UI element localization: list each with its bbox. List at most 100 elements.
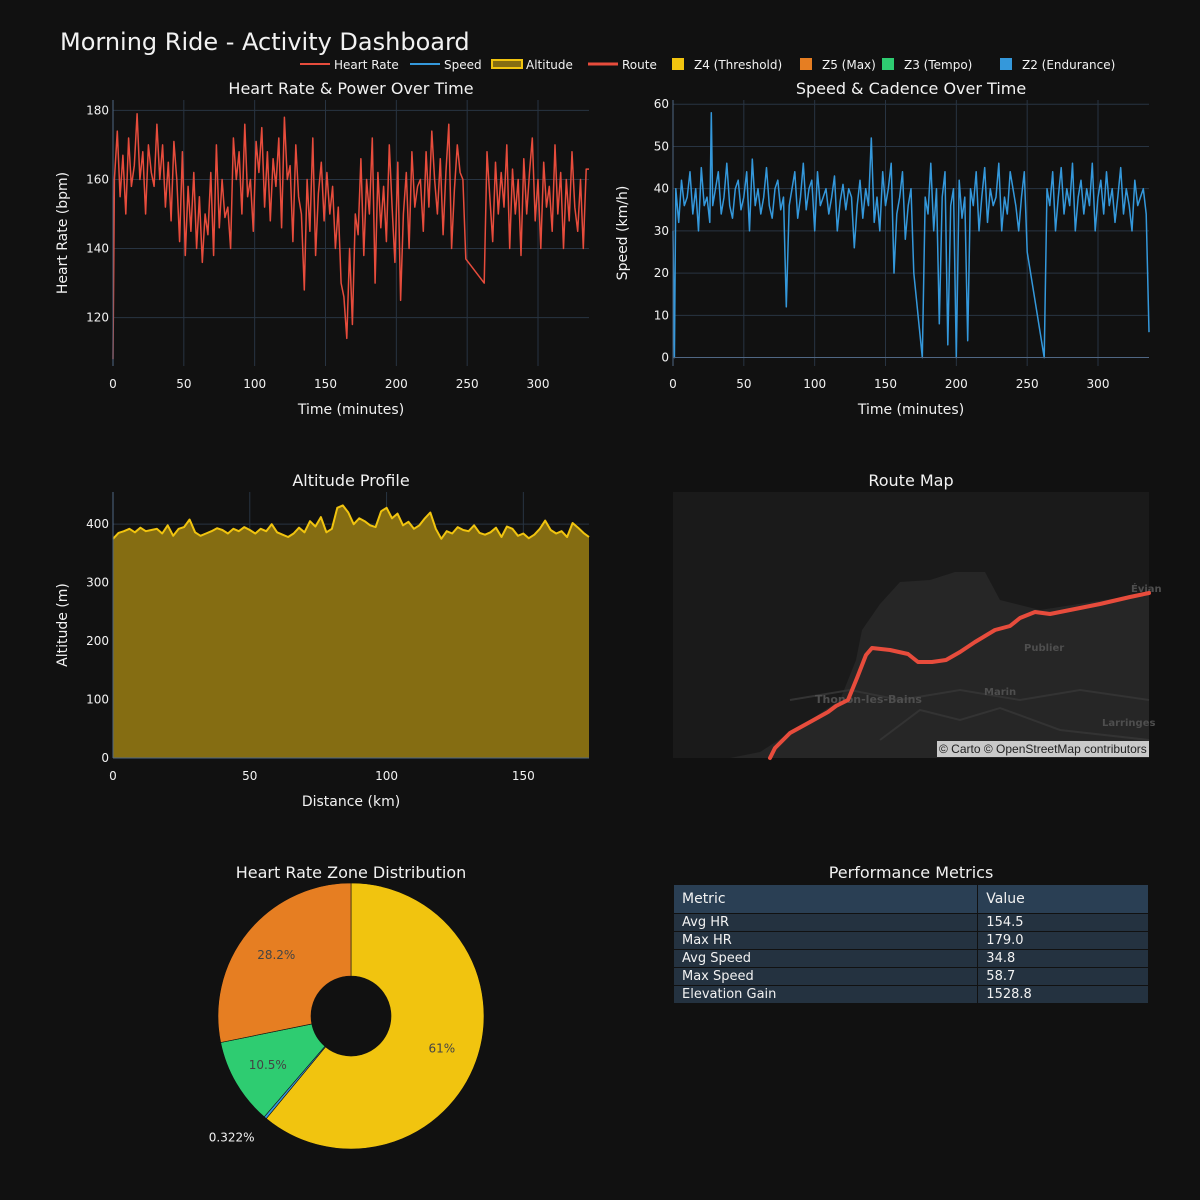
legend-label: Z5 (Max): [822, 58, 876, 72]
table-cell: 1528.8: [977, 985, 1149, 1004]
x-tick-label: 0: [669, 377, 677, 391]
x-tick-label: 200: [945, 377, 968, 391]
y-tick-label: 40: [654, 182, 669, 196]
x-tick-label: 250: [1016, 377, 1039, 391]
legend[interactable]: Heart Rate Speed Altitude Route Z4 (Threshol…: [300, 58, 1115, 72]
chart-title: Heart Rate Zone Distribution: [236, 863, 467, 882]
legend-label: Altitude: [526, 58, 573, 72]
map-label-larringes: Larringes: [1102, 718, 1155, 729]
pie-label: 61%: [428, 1042, 455, 1056]
altitude-panel: Altitude Profile 0 50 100 150 0 100 200 300 400 Di…: [55, 471, 590, 810]
x-tick-label: 300: [527, 377, 550, 391]
table-header-metric: Metric: [672, 884, 979, 914]
x-tick-label: 150: [314, 377, 337, 391]
pie-label: 28.2%: [257, 948, 295, 962]
performance-metrics-table: Metric Value Avg HR 154.5 Max HR 179.0 Avg…: [672, 884, 1149, 1004]
table-cell: 179.0: [977, 931, 1149, 950]
table-title: Performance Metrics: [829, 863, 994, 882]
legend-swatch: [491, 59, 523, 69]
chart-title: Speed & Cadence Over Time: [796, 79, 1026, 98]
y-tick-label: 400: [86, 517, 109, 531]
x-axis-label: Time (minutes): [857, 402, 964, 418]
table-row: Max Speed 58.7: [672, 967, 1149, 986]
y-tick-label: 60: [654, 97, 669, 111]
y-tick-label: 160: [86, 172, 109, 186]
legend-item[interactable]: Heart Rate: [300, 58, 399, 72]
speed-line: [672, 111, 1150, 359]
legend-item[interactable]: Z2 (Endurance): [1000, 58, 1115, 72]
table-header-row: Metric Value: [672, 884, 1149, 914]
x-tick-label: 200: [385, 377, 408, 391]
legend-item[interactable]: Altitude: [491, 58, 573, 72]
table-cell: Avg Speed: [672, 949, 979, 968]
y-axis-label: Heart Rate (bpm): [55, 172, 71, 294]
legend-label: Speed: [444, 58, 482, 72]
route-map-panel[interactable]: Route Map Thonon-les-Bains Publier Marin…: [673, 471, 1162, 760]
y-tick-label: 30: [654, 224, 669, 238]
y-tick-label: 300: [86, 576, 109, 590]
table-header-value: Value: [977, 884, 1149, 914]
table-cell: Max HR: [672, 931, 979, 950]
legend-swatch: [1000, 58, 1012, 70]
legend-label: Z3 (Tempo): [904, 58, 972, 72]
x-tick-label: 150: [874, 377, 897, 391]
x-axis-label: Time (minutes): [297, 402, 404, 418]
x-tick-label: 50: [736, 377, 751, 391]
table-cell: 154.5: [977, 913, 1149, 932]
x-tick-label: 100: [375, 769, 398, 783]
speed-panel: Speed & Cadence Over Time 0 50 100 150 200 250…: [615, 79, 1150, 418]
legend-swatch: [882, 58, 894, 70]
y-tick-label: 200: [86, 634, 109, 648]
legend-swatch: [672, 58, 684, 70]
x-tick-label: 150: [512, 769, 535, 783]
table-cell: Elevation Gain: [672, 985, 979, 1004]
x-tick-label: 0: [109, 769, 117, 783]
zone-distribution-panel: Heart Rate Zone Distribution 61% 0.322% 10.…: [209, 863, 485, 1150]
heart-rate-line: [112, 113, 589, 360]
legend-swatch: [800, 58, 812, 70]
heart-rate-panel: Heart Rate & Power Over Time 0 50 100 150 200…: [55, 79, 589, 418]
x-tick-label: 300: [1087, 377, 1110, 391]
legend-label: Heart Rate: [334, 58, 399, 72]
table-cell: Max Speed: [672, 967, 979, 986]
pie-label: 10.5%: [249, 1058, 287, 1072]
table-row: Avg Speed 34.8: [672, 949, 1149, 968]
table-cell: Avg HR: [672, 913, 979, 932]
x-axis-label: Distance (km): [302, 794, 400, 810]
legend-item[interactable]: Z3 (Tempo): [882, 58, 972, 72]
y-tick-label: 120: [86, 311, 109, 325]
table-row: Max HR 179.0: [672, 931, 1149, 950]
y-tick-label: 140: [86, 242, 109, 256]
y-tick-label: 180: [86, 103, 109, 117]
legend-item[interactable]: Route: [588, 58, 657, 72]
legend-item[interactable]: Z5 (Max): [800, 58, 876, 72]
table-cell: 34.8: [977, 949, 1149, 968]
x-tick-label: 100: [243, 377, 266, 391]
table-row: Avg HR 154.5: [672, 913, 1149, 932]
legend-label: Z4 (Threshold): [694, 58, 782, 72]
chart-title: Altitude Profile: [292, 471, 409, 490]
legend-label: Route: [622, 58, 657, 72]
legend-item[interactable]: Speed: [410, 58, 482, 72]
x-tick-label: 250: [456, 377, 479, 391]
y-tick-label: 0: [101, 751, 109, 765]
chart-title: Heart Rate & Power Over Time: [228, 79, 473, 98]
y-tick-label: 100: [86, 693, 109, 707]
page-title: Morning Ride - Activity Dashboard: [60, 28, 470, 56]
x-tick-label: 50: [176, 377, 191, 391]
legend-label: Z2 (Endurance): [1022, 58, 1115, 72]
y-axis-label: Altitude (m): [55, 583, 71, 667]
pie-label: 0.322%: [209, 1130, 255, 1144]
table-row: Elevation Gain 1528.8: [672, 985, 1149, 1004]
y-tick-label: 10: [654, 308, 669, 322]
pie-slice[interactable]: [217, 882, 352, 1043]
map-label-marin: Marin: [984, 687, 1016, 698]
y-axis-label: Speed (km/h): [615, 186, 631, 281]
x-tick-label: 50: [242, 769, 257, 783]
map-label-thonon: Thonon-les-Bains: [815, 693, 922, 706]
x-tick-label: 100: [803, 377, 826, 391]
altitude-area: [113, 505, 589, 758]
y-tick-label: 20: [654, 266, 669, 280]
legend-item[interactable]: Z4 (Threshold): [672, 58, 782, 72]
map-attribution[interactable]: © Carto © OpenStreetMap contributors: [937, 741, 1149, 757]
